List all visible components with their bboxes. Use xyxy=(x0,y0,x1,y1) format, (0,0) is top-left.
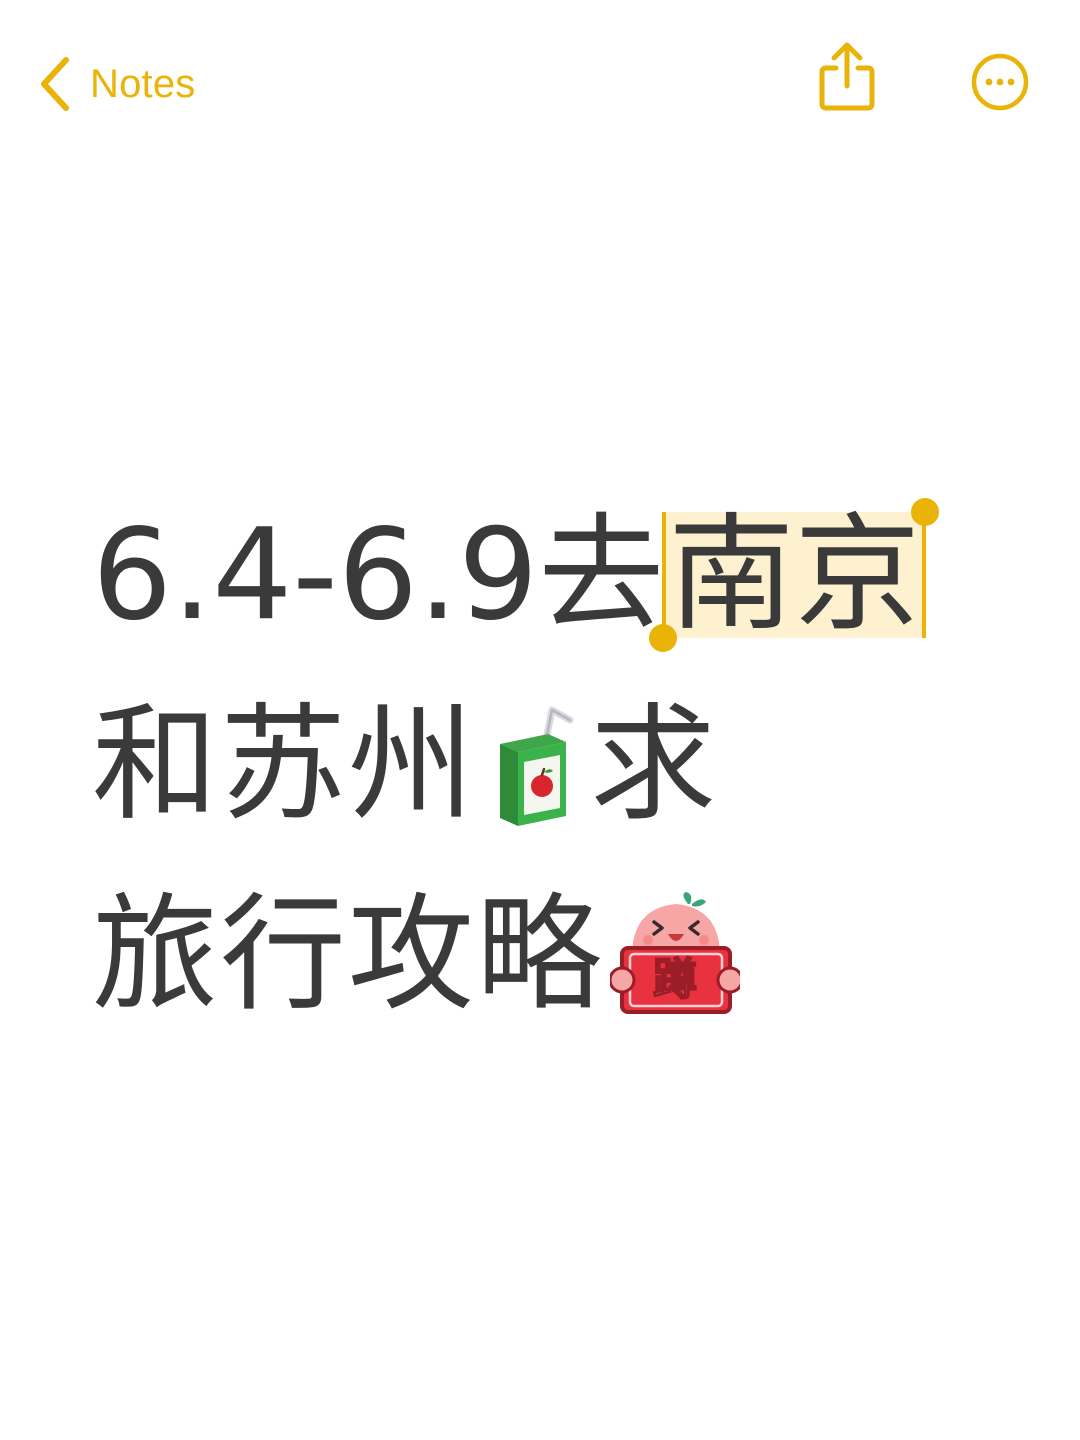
note-text-date-destination: 6.4-6.9去 xyxy=(92,501,665,648)
sticker-text: 蹲 xyxy=(653,954,699,1005)
note-line-3: 旅行攻略 蹲 xyxy=(92,860,1052,1050)
nav-bar: Notes xyxy=(0,0,1080,170)
juice-box-emoji xyxy=(500,706,574,826)
selected-text: 南京 xyxy=(668,501,921,648)
note-line-1: 6.4-6.9去 南京 xyxy=(92,480,1052,670)
share-button[interactable] xyxy=(812,40,882,114)
back-label: Notes xyxy=(90,62,196,106)
selection-end-caret xyxy=(922,512,927,638)
selection-end-handle[interactable] xyxy=(911,498,940,526)
note-body[interactable]: 6.4-6.9去 南京 和苏州 求 旅行攻略 蹲 xyxy=(92,480,1052,1050)
back-button[interactable]: Notes xyxy=(38,52,196,116)
chevron-left-icon xyxy=(41,57,69,111)
note-text-suzhou: 和苏州 xyxy=(92,691,476,838)
text-selection[interactable]: 南京 xyxy=(649,498,940,652)
more-button[interactable] xyxy=(970,52,1030,112)
note-text-request: 求 xyxy=(590,691,718,838)
share-icon xyxy=(819,42,875,111)
waiting-sticker-icon: 蹲 xyxy=(610,892,740,1014)
note-line-2: 和苏州 求 xyxy=(92,670,1052,860)
ellipsis-circle-icon xyxy=(971,53,1029,111)
note-text-travel-guide: 旅行攻略 xyxy=(92,881,604,1028)
selection-start-caret xyxy=(662,512,667,638)
